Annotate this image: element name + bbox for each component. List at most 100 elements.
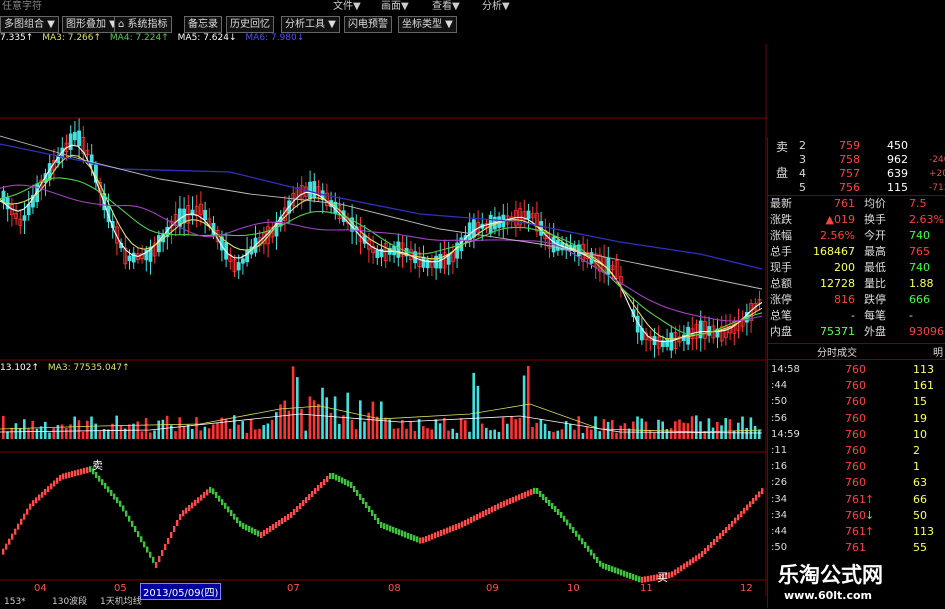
quote-row: 总额 12728 量比 1.88 (767, 276, 945, 292)
quote-label-2: 均价 (864, 197, 886, 210)
volume-legend: 13.102↑ MA3: 77535.047↑ (0, 363, 130, 373)
level-number: 3 (799, 153, 806, 166)
x-label-10: 10 (567, 583, 580, 594)
history-button[interactable]: 历史回忆 (226, 16, 274, 33)
sell-signal-label: 卖 (92, 459, 103, 472)
memo-button[interactable]: 备忘录 (184, 16, 222, 33)
tick-price: 760 (845, 411, 866, 425)
system-indicator-button[interactable]: ⌂ 系统指标 (114, 16, 172, 33)
level-volume: 115 (887, 181, 908, 194)
level-number: 4 (799, 167, 806, 180)
tick-volume: 1 (913, 460, 920, 474)
tick-direction: ↑ (865, 525, 875, 538)
tick-time: :34 (771, 509, 788, 521)
menu-analyze[interactable]: 分析▼ (482, 0, 510, 14)
tick-row: :44 761 ↑ 113 (767, 524, 945, 540)
tick-row: 14:59 760 10 (767, 427, 945, 443)
code-input-hint[interactable]: 任意字符 (2, 0, 42, 14)
quote-label-2: 最低 (864, 261, 886, 274)
quote-label: 涨幅 (770, 229, 792, 242)
quote-row: 现手 200 最低 740 (767, 260, 945, 276)
tick-time: :44 (771, 380, 788, 392)
order-book-row: 2 759 450 (767, 139, 945, 153)
level-change: -713 (929, 183, 945, 193)
tick-time: :34 (771, 493, 788, 505)
quote-label-2: 最高 (864, 245, 886, 258)
ticks-header: 分时成交 (817, 348, 857, 359)
multi-combo-button[interactable]: 多图组合 ▼ (0, 16, 59, 33)
order-book-row: 4 757 639 +200 (767, 167, 945, 181)
tick-row: :11 760 2 (767, 443, 945, 459)
tab-ma-line[interactable]: 1天机均线 (100, 596, 142, 609)
level-volume: 639 (887, 167, 908, 180)
quote-label-2: 量比 (864, 277, 886, 290)
menu-view[interactable]: 画面▼ (381, 0, 409, 14)
watermark: 乐淘公式网 www.60lt.com (770, 555, 945, 609)
quote-value-2: - (909, 309, 913, 322)
quote-value-2: 740 (909, 229, 930, 242)
tick-volume: 63 (913, 476, 927, 490)
quote-value: 2.56% (820, 229, 855, 242)
tick-price: 760 (845, 427, 866, 441)
overlay-button[interactable]: 图形叠加 ▼ (62, 16, 121, 33)
kline-chart[interactable] (0, 44, 767, 596)
tick-row: :50 760 15 (767, 394, 945, 410)
coordinate-type-label: 坐标类型 (402, 19, 442, 30)
coordinate-type-button[interactable]: 坐标类型 ▼ (398, 16, 457, 33)
tick-volume: 55 (913, 541, 927, 555)
alert-button[interactable]: 闪电预警 (344, 16, 392, 33)
quote-value-2: 1.88 (909, 277, 934, 290)
level-number: 2 (799, 139, 806, 152)
quote-label: 总手 (770, 245, 792, 258)
quote-row: 涨跌 ▲019 换手 2.63% (767, 212, 945, 228)
overlay-label: 图形叠加 (66, 19, 106, 30)
quote-label-2: 每笔 (864, 309, 886, 322)
tick-price: 761 (845, 525, 866, 538)
tick-time: :56 (771, 412, 788, 424)
tick-volume: 113 (913, 363, 934, 376)
tick-volume: 19 (913, 411, 927, 425)
x-label-04: 04 (34, 583, 47, 594)
watermark-title: 乐淘公式网 (778, 563, 883, 587)
tick-time: :26 (771, 477, 788, 489)
quote-label: 最新 (770, 197, 792, 210)
quote-value: 816 (834, 293, 855, 306)
tick-price: 760 (845, 460, 866, 474)
quote-value: 200 (834, 261, 855, 274)
quote-label-2: 外盘 (864, 325, 886, 338)
tick-volume: 10 (913, 427, 927, 441)
menu-file[interactable]: 文件▼ (333, 0, 361, 14)
tick-volume: 2 (913, 444, 920, 457)
x-label-05: 05 (114, 583, 127, 594)
x-label-07: 07 (287, 583, 300, 594)
tick-price: 760 (845, 508, 866, 522)
order-book-row: 5 756 115 -713 (767, 181, 945, 195)
tick-time: :44 (771, 526, 788, 537)
watermark-url: www.60lt.com (784, 589, 873, 602)
quote-label-2: 跌停 (864, 293, 886, 306)
quote-value-2: 7.5 (909, 197, 927, 210)
tick-time: :11 (771, 445, 788, 456)
bottom-tab-bar: 153* 130波段 1天机均线 (0, 596, 767, 609)
tick-price: 760 (845, 395, 866, 409)
tick-price: 760 (845, 363, 866, 376)
tick-volume: 113 (913, 525, 934, 538)
analysis-tools-button[interactable]: 分析工具 ▼ (281, 16, 340, 33)
tick-row: :44 760 161 (767, 378, 945, 394)
ma-value-1: 7.335↑ (0, 33, 34, 43)
volume-ma3: MA3: 77535.047↑ (47, 363, 130, 373)
quote-label: 总笔 (770, 309, 792, 322)
tab-band-130[interactable]: 130波段 (52, 596, 87, 609)
quote-label-2: 今开 (864, 229, 886, 242)
quote-value-2: 666 (909, 293, 930, 306)
x-label-08: 08 (388, 583, 401, 594)
ma-legend: 7.335↑ MA3: 7.266↑ MA4: 7.224↑ MA5: 7.62… (0, 32, 520, 44)
level-change: -240 (929, 155, 945, 165)
menu-inspect[interactable]: 查看▼ (432, 0, 460, 14)
ticks-header-detail[interactable]: 明 (933, 344, 943, 359)
quote-value-2: 2.63% (909, 213, 944, 226)
tick-row: 14:58 760 113 (767, 362, 945, 378)
tick-volume: 161 (913, 379, 934, 393)
tab-153[interactable]: 153* (4, 596, 26, 609)
tick-row: :50 761 55 (767, 540, 945, 556)
